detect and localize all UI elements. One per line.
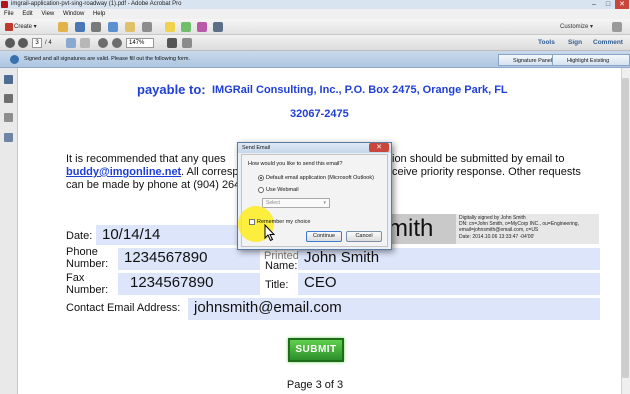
page-total: / 4 bbox=[45, 40, 52, 46]
bookmarks-icon[interactable] bbox=[4, 94, 13, 103]
signature-valid-icon bbox=[10, 55, 19, 64]
info-message: Signed and all signatures are valid. Ple… bbox=[24, 56, 191, 62]
attach-icon[interactable] bbox=[197, 22, 207, 32]
body-text-fragment-2: ion should be submitted by email to bbox=[392, 153, 565, 165]
customize-dropdown[interactable]: Customize ▾ bbox=[560, 21, 608, 33]
zoom-out-icon[interactable] bbox=[98, 38, 108, 48]
payable-address-line1: IMGRail Consulting, Inc., P.O. Box 2475,… bbox=[212, 84, 508, 96]
acrobat-app-icon bbox=[1, 1, 8, 8]
expand-icon[interactable] bbox=[612, 22, 622, 32]
zoom-in-icon[interactable] bbox=[112, 38, 122, 48]
navigation-toolbar bbox=[0, 35, 630, 51]
webmail-select[interactable]: Select ▾ bbox=[262, 198, 330, 208]
cancel-button[interactable]: Cancel bbox=[346, 231, 382, 242]
body-text-fragment-1: It is recommended that any ques bbox=[66, 153, 226, 165]
chevron-down-icon: ▾ bbox=[323, 200, 326, 206]
menu-bar: File Edit View Window Help bbox=[0, 9, 630, 19]
submit-button[interactable]: SUBMIT bbox=[288, 338, 344, 362]
phone-label: Phone Number: bbox=[66, 246, 109, 270]
previous-page-icon[interactable] bbox=[5, 38, 15, 48]
menu-help[interactable]: Help bbox=[93, 9, 105, 19]
date-label: Date: bbox=[66, 230, 93, 242]
body-text-fragment-4: ceive priority response. Other requests bbox=[392, 166, 581, 178]
window-title: imgrail-application-pvt-sing-roadway (1)… bbox=[11, 1, 182, 7]
minimize-button[interactable]: – bbox=[587, 0, 601, 9]
comment-icon[interactable] bbox=[165, 22, 175, 32]
menu-file[interactable]: File bbox=[4, 9, 14, 19]
next-page-icon[interactable] bbox=[18, 38, 28, 48]
fax-field[interactable]: 1234567890 bbox=[118, 273, 260, 295]
signature-name-display: mith bbox=[388, 214, 456, 244]
create-icon bbox=[5, 23, 13, 31]
menu-view[interactable]: View bbox=[41, 9, 54, 19]
highlight-fields-button[interactable]: Highlight Existing Fields bbox=[552, 54, 630, 76]
page-footer: Page 3 of 3 bbox=[286, 379, 344, 391]
name-label: Name: bbox=[265, 260, 298, 272]
highlight-icon[interactable] bbox=[181, 22, 191, 32]
signature-panel-button[interactable]: Signature Panel bbox=[498, 54, 558, 66]
page-thumbnails-icon[interactable] bbox=[4, 75, 13, 84]
hand-tool-icon[interactable] bbox=[80, 38, 90, 48]
date-field[interactable]: 10/14/14 bbox=[96, 225, 236, 245]
tab-sign[interactable]: Sign bbox=[568, 35, 582, 51]
webmail-select-value: Select bbox=[266, 200, 280, 206]
body-text-fragment-5: can be made by phone at (904) 264 bbox=[66, 179, 241, 191]
dialog-close-button[interactable]: ✕ bbox=[369, 143, 389, 152]
dialog-question: How would you like to send this email? bbox=[248, 161, 343, 167]
signature-details: Digitally signed by John Smith DN: cn=Jo… bbox=[459, 215, 599, 240]
maximize-button[interactable]: □ bbox=[601, 0, 615, 9]
fit-page-icon[interactable] bbox=[167, 38, 177, 48]
fax-label: Fax Number: bbox=[66, 272, 109, 296]
create-label: Create bbox=[14, 24, 33, 30]
signature-line-4: Date: 2014.10.06 13:33:47 -04'00' bbox=[459, 233, 535, 240]
radio-selected-dot bbox=[260, 177, 262, 179]
close-window-button[interactable]: ✕ bbox=[615, 0, 629, 9]
option-webmail-label[interactable]: Use Webmail bbox=[266, 186, 299, 194]
title-field[interactable]: CEO bbox=[298, 273, 600, 295]
sign-icon[interactable] bbox=[213, 22, 223, 32]
title-label: Title: bbox=[265, 279, 289, 291]
menu-edit[interactable]: Edit bbox=[22, 9, 32, 19]
name-field[interactable]: John Smith bbox=[298, 248, 600, 270]
option-webmail-radio[interactable] bbox=[258, 187, 264, 193]
email-link[interactable]: buddy@imgonline.net bbox=[66, 166, 181, 179]
open-folder-icon[interactable] bbox=[58, 22, 68, 32]
print-icon[interactable] bbox=[91, 22, 101, 32]
share-icon[interactable] bbox=[108, 22, 118, 32]
contact-email-label: Contact Email Address: bbox=[66, 302, 181, 314]
mouse-cursor-icon bbox=[264, 224, 276, 242]
page-number-input[interactable]: 3 bbox=[32, 38, 42, 48]
email-icon[interactable] bbox=[125, 22, 135, 32]
payable-address-line2: 32067-2475 bbox=[290, 108, 349, 120]
read-mode-icon[interactable] bbox=[182, 38, 192, 48]
window-title-bar: imgrail-application-pvt-sing-roadway (1)… bbox=[0, 0, 630, 9]
menu-window[interactable]: Window bbox=[63, 9, 84, 19]
customize-label: Customize bbox=[560, 24, 589, 30]
save-icon[interactable] bbox=[75, 22, 85, 32]
tab-comment[interactable]: Comment bbox=[593, 35, 623, 51]
remember-choice-checkbox[interactable] bbox=[249, 219, 255, 225]
tab-tools[interactable]: Tools bbox=[538, 35, 555, 51]
attachments-icon[interactable] bbox=[4, 113, 13, 122]
settings-icon[interactable] bbox=[142, 22, 152, 32]
continue-button[interactable]: Continue bbox=[306, 231, 342, 242]
signatures-nav-icon[interactable] bbox=[4, 133, 13, 142]
select-tool-icon[interactable] bbox=[66, 38, 76, 48]
body-text-fragment-3: . All corresp bbox=[181, 166, 239, 178]
scrollbar-thumb[interactable] bbox=[622, 78, 629, 378]
zoom-input[interactable]: 147% bbox=[126, 38, 154, 48]
payable-to-label: payable to: bbox=[137, 82, 206, 97]
contact-email-field[interactable]: johnsmith@email.com bbox=[188, 298, 600, 320]
option-default-email-label[interactable]: Default email application (Microsoft Out… bbox=[266, 174, 374, 182]
phone-field[interactable]: 1234567890 bbox=[118, 248, 260, 270]
